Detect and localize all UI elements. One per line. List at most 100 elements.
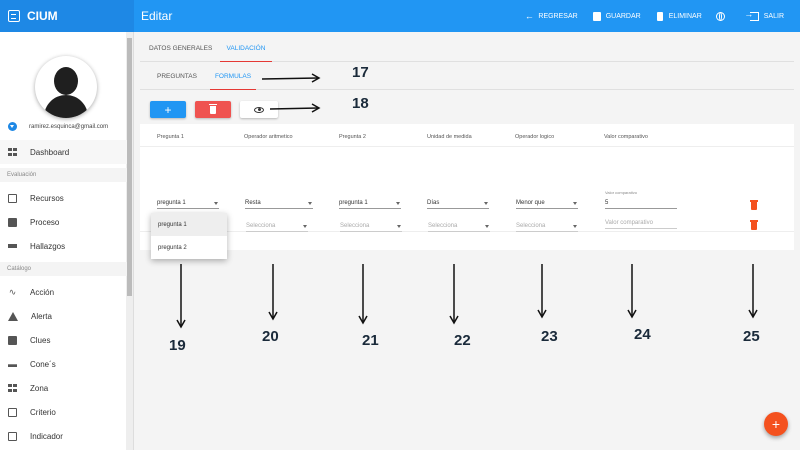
salir-button[interactable]: SALIR — [744, 10, 784, 21]
pregunta2-select-2[interactable]: Selecciona — [340, 221, 402, 232]
sidebar-item-zona[interactable]: Zona — [0, 376, 127, 400]
clipboard-icon — [8, 10, 20, 22]
sidebar-item-dashboard[interactable]: Dashboard — [0, 140, 127, 164]
chevron-down-icon — [214, 202, 218, 205]
dashboard-icon — [8, 147, 17, 157]
sidebar-item-clues[interactable]: Clues — [0, 328, 127, 352]
brand[interactable]: CIUM — [0, 0, 134, 32]
page-title: Editar — [141, 9, 173, 23]
chevron-down-icon — [573, 202, 577, 205]
sidebar-item-proceso[interactable]: Proceso — [0, 210, 127, 234]
sidebar: ramirez.esquinca@gmail.com Dashboard Eva… — [0, 32, 134, 450]
clipboard-icon — [8, 407, 17, 417]
main-content: DATOS GENERALES VALIDACIÓN PREGUNTAS FOR… — [134, 32, 800, 450]
preview-button[interactable] — [240, 101, 278, 118]
chevron-down-icon — [485, 225, 489, 228]
arrow-left-icon: ← — [524, 10, 534, 21]
image-icon — [8, 193, 17, 203]
header-operador-logico: Operador logico — [515, 134, 555, 140]
eliminar-button[interactable]: ELIMINAR — [655, 11, 702, 21]
section-catalogo: Catálogo — [0, 262, 127, 276]
regresar-button[interactable]: ← REGRESAR — [524, 10, 578, 21]
tab-validacion[interactable]: VALIDACIÓN — [220, 45, 272, 62]
valor-comparativo-input[interactable]: 5 — [605, 198, 677, 209]
sidebar-item-criterio[interactable]: Criterio — [0, 400, 127, 424]
language-button[interactable] — [716, 11, 730, 21]
warning-icon — [8, 311, 18, 321]
chevron-down-icon[interactable] — [8, 122, 17, 131]
header-unidad-medida: Unidad de medida — [427, 134, 472, 140]
valor-comparativo-input-2[interactable]: Valor comparativo — [605, 218, 677, 229]
signature-icon: ∿ — [8, 286, 17, 297]
annotation-22: 22 — [454, 332, 471, 349]
unidad-medida-select-2[interactable]: Selecciona — [428, 221, 490, 232]
plus-icon: + — [164, 102, 172, 117]
tab-datos-generales[interactable]: DATOS GENERALES — [149, 45, 212, 62]
chevron-down-icon — [484, 202, 488, 205]
annotation-19: 19 — [169, 337, 186, 354]
unidad-medida-select[interactable]: Días — [427, 198, 489, 209]
toolbar-actions: ← REGRESAR GUARDAR ELIMINAR SALIR — [524, 0, 800, 32]
dropdown-option[interactable]: pregunta 2 — [151, 236, 227, 259]
floating-add-button[interactable]: + — [764, 412, 788, 436]
header-valor-comparativo: Valor comparativo — [604, 134, 648, 140]
brand-name: CIUM — [27, 9, 58, 23]
top-app-bar: CIUM Editar ← REGRESAR GUARDAR ELIMINAR … — [0, 0, 800, 32]
section-evaluacion: Evaluación — [0, 168, 127, 182]
sub-tabs: PREGUNTAS FORMULAS — [140, 68, 794, 90]
tab-formulas[interactable]: FORMULAS — [210, 73, 256, 90]
chevron-down-icon — [397, 225, 401, 228]
map-icon — [8, 383, 17, 393]
header-pregunta-1: Pregunta 1 — [157, 134, 184, 140]
indicator-icon — [8, 431, 17, 441]
annotation-20: 20 — [262, 328, 279, 345]
annotation-24: 24 — [634, 326, 651, 343]
document-icon — [8, 217, 17, 227]
operador-logico-select[interactable]: Menor que — [516, 198, 578, 209]
user-email-row[interactable]: ramirez.esquinca@gmail.com — [8, 122, 108, 131]
trash-icon — [209, 103, 217, 114]
sidebar-item-accion[interactable]: ∿ Acción — [0, 280, 127, 304]
pregunta1-dropdown-menu: pregunta 1 pregunta 2 — [151, 213, 227, 259]
chevron-down-icon — [303, 225, 307, 228]
sidebar-scrollbar[interactable] — [126, 32, 133, 450]
plus-icon: + — [771, 416, 781, 432]
chevron-down-icon — [308, 202, 312, 205]
sidebar-item-cones[interactable]: ▬ Cone´s — [0, 352, 127, 376]
annotation-23: 23 — [541, 328, 558, 345]
pregunta2-select[interactable]: pregunta 1 — [339, 198, 401, 209]
annotation-18: 18 — [352, 95, 369, 112]
operador-aritmetico-select-2[interactable]: Selecciona — [246, 221, 308, 232]
annotation-25: 25 — [743, 328, 760, 345]
user-email: ramirez.esquinca@gmail.com — [29, 123, 109, 130]
save-icon — [592, 11, 602, 21]
row-delete-icon-2[interactable] — [750, 220, 758, 230]
trash-icon — [655, 11, 665, 21]
operador-aritmetico-select[interactable]: Resta — [245, 198, 313, 209]
add-formula-button[interactable]: + — [150, 101, 186, 118]
chevron-down-icon — [573, 225, 577, 228]
sidebar-item-alerta[interactable]: Alerta — [0, 304, 127, 328]
delete-formula-button[interactable] — [195, 101, 231, 118]
avatar — [35, 56, 97, 118]
dropdown-option[interactable]: pregunta 1 — [151, 213, 227, 236]
list-icon — [8, 242, 17, 250]
exit-icon — [744, 10, 760, 21]
header-operador-aritmetico: Operador aritmetico — [244, 134, 293, 140]
pregunta1-select[interactable]: pregunta 1 — [157, 198, 219, 209]
row-delete-icon[interactable] — [750, 200, 758, 210]
operador-logico-select-2[interactable]: Selecciona — [516, 221, 578, 232]
guardar-button[interactable]: GUARDAR — [592, 11, 641, 21]
chevron-down-icon — [396, 202, 400, 205]
sidebar-item-recursos[interactable]: Recursos — [0, 186, 127, 210]
globe-icon — [716, 11, 726, 21]
annotation-17: 17 — [352, 64, 369, 81]
header-pregunta-2: Pregunta 2 — [339, 134, 366, 140]
truck-icon: ▬ — [8, 358, 17, 369]
scrollbar-thumb[interactable] — [127, 38, 132, 296]
sidebar-item-hallazgos[interactable]: Hallazgos — [0, 234, 127, 258]
eye-icon — [254, 106, 264, 113]
tab-preguntas[interactable]: PREGUNTAS — [157, 73, 197, 90]
sidebar-item-indicador[interactable]: Indicador — [0, 424, 127, 448]
header-divider — [140, 146, 794, 147]
